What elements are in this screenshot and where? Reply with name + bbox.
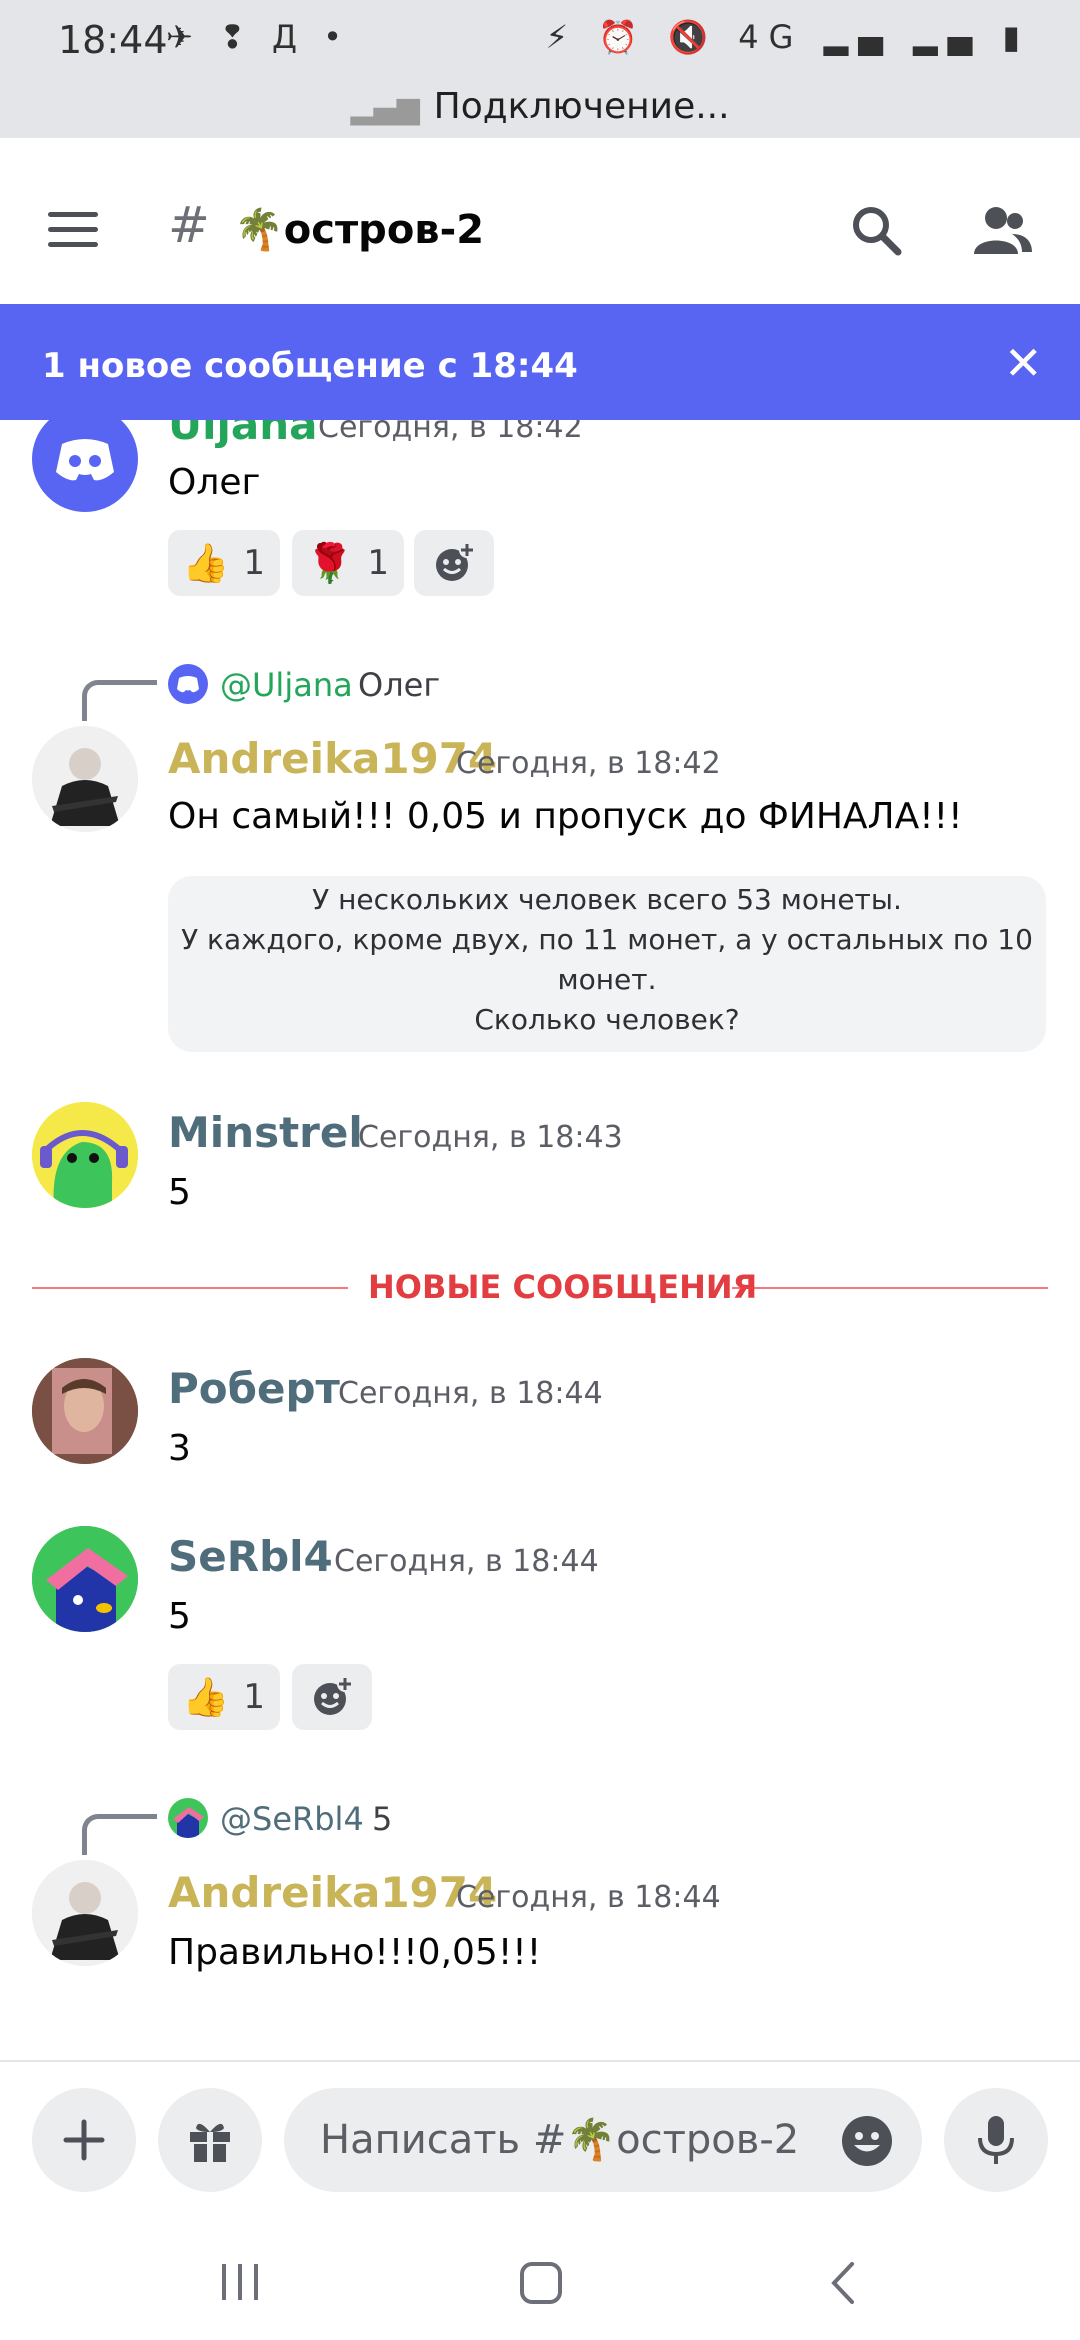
rose-icon: 🌹 (306, 540, 354, 585)
reply-avatar (168, 664, 208, 704)
embedded-text-block: У нескольких человек всего 53 монеты. У … (168, 876, 1046, 1052)
user-avatar-image (173, 1807, 204, 1838)
reply-connector (82, 1814, 157, 1855)
user-avatar-image (32, 1526, 138, 1632)
embed-line: У каждого, кроме двух, по 11 монет, а у … (181, 923, 1033, 956)
notification-icons: ✈ ❢ Д • (166, 18, 351, 56)
reply-author[interactable]: @SeRbl4 (220, 1800, 364, 1838)
menu-icon[interactable] (48, 212, 98, 248)
connection-status: ▂▄▆ Подключение... (0, 86, 1080, 127)
gift-button[interactable] (158, 2088, 262, 2192)
reply-preview[interactable]: Олег (358, 666, 440, 704)
user-avatar-image (32, 1860, 138, 1966)
message-text: 5 (168, 1172, 191, 1213)
reaction-thumbs-up[interactable]: 👍 1 (168, 1664, 280, 1730)
channel-hash-icon: # (168, 196, 210, 254)
avatar[interactable] (32, 1358, 138, 1464)
message-input-placeholder[interactable]: Написать #🌴остров-2 (320, 2116, 799, 2163)
message-timestamp: Сегодня, в 18:42 (456, 746, 721, 781)
message-timestamp: Сегодня, в 18:44 (456, 1880, 721, 1915)
message-author[interactable]: Minstrel (168, 1108, 363, 1157)
new-messages-line-left (32, 1287, 348, 1289)
reply-connector (82, 680, 157, 721)
new-messages-line-right (732, 1287, 1048, 1289)
embed-line: монет. (557, 963, 657, 996)
thumbs-up-icon: 👍 (182, 1674, 230, 1719)
avatar[interactable] (32, 1860, 138, 1966)
reaction-count: 1 (243, 1677, 265, 1717)
message-text: 5 (168, 1596, 191, 1637)
status-time: 18:44 (58, 18, 168, 62)
embed-line: Сколько человек? (474, 1003, 740, 1036)
microphone-icon (978, 2116, 1014, 2164)
connection-text: Подключение... (433, 86, 730, 127)
thumbs-up-icon: 👍 (182, 540, 230, 585)
message-author[interactable]: Andreika1974 (168, 1868, 497, 1917)
channel-title[interactable]: 🌴остров-2 (234, 206, 484, 253)
reaction-count: 1 (367, 543, 389, 583)
close-icon[interactable]: ✕ (1004, 336, 1043, 390)
reply-avatar (168, 1798, 208, 1838)
message-timestamp: Сегодня, в 18:44 (334, 1544, 599, 1579)
plus-icon (63, 2119, 105, 2161)
voice-message-button[interactable] (944, 2088, 1048, 2192)
reaction-rose[interactable]: 🌹 1 (292, 530, 404, 596)
avatar[interactable] (32, 726, 138, 832)
user-avatar-image (32, 1358, 138, 1464)
signal-icon: ▂▄▆ (350, 91, 420, 126)
new-messages-divider: НОВЫЕ СООБЩЕНИЯ (368, 1268, 758, 1306)
message-author[interactable]: Роберт (168, 1364, 340, 1413)
reply-author[interactable]: @Uljana (220, 666, 353, 704)
channel-header (0, 138, 1080, 304)
back-icon[interactable] (826, 2260, 858, 2306)
reaction-count: 1 (243, 543, 265, 583)
discord-logo-icon (56, 439, 114, 481)
search-icon[interactable] (850, 204, 902, 256)
message-author[interactable]: Andreika1974 (168, 734, 497, 783)
user-avatar-image (32, 726, 138, 832)
message-text: 3 (168, 1428, 191, 1469)
recent-apps-icon[interactable] (218, 2262, 262, 2302)
message-timestamp: Сегодня, в 18:44 (338, 1376, 603, 1411)
message-author[interactable]: SeRbl4 (168, 1532, 333, 1581)
message-text: Олег (168, 462, 261, 503)
message-timestamp: Сегодня, в 18:43 (358, 1120, 623, 1155)
new-messages-banner-text[interactable]: 1 новое сообщение с 18:44 (42, 346, 578, 386)
home-icon[interactable] (518, 2260, 564, 2306)
reaction-thumbs-up[interactable]: 👍 1 (168, 530, 280, 596)
add-reaction-button[interactable] (414, 530, 494, 596)
emoji-icon[interactable] (840, 2114, 894, 2168)
system-status-icons: ⚡ ⏰ 🔇 4G ▂▄ ▂▄ ▮ (545, 18, 1030, 56)
gift-icon (190, 2123, 230, 2162)
add-reaction-icon (314, 1676, 353, 1715)
members-icon[interactable] (972, 204, 1032, 256)
discord-logo-icon (177, 676, 199, 693)
add-reaction-button[interactable] (292, 1664, 372, 1730)
embed-line: У нескольких человек всего 53 монеты. (312, 883, 902, 916)
avatar[interactable] (32, 406, 138, 512)
attach-button[interactable] (32, 2088, 136, 2192)
message-text: Он самый!!! 0,05 и пропуск до ФИНАЛА!!! (168, 796, 963, 837)
avatar[interactable] (32, 1102, 138, 1208)
add-reaction-icon (436, 542, 475, 581)
message-text: Правильно!!!0,05!!! (168, 1932, 542, 1973)
avatar[interactable] (32, 1526, 138, 1632)
user-avatar-image (32, 1102, 138, 1208)
reply-preview[interactable]: 5 (372, 1800, 392, 1838)
